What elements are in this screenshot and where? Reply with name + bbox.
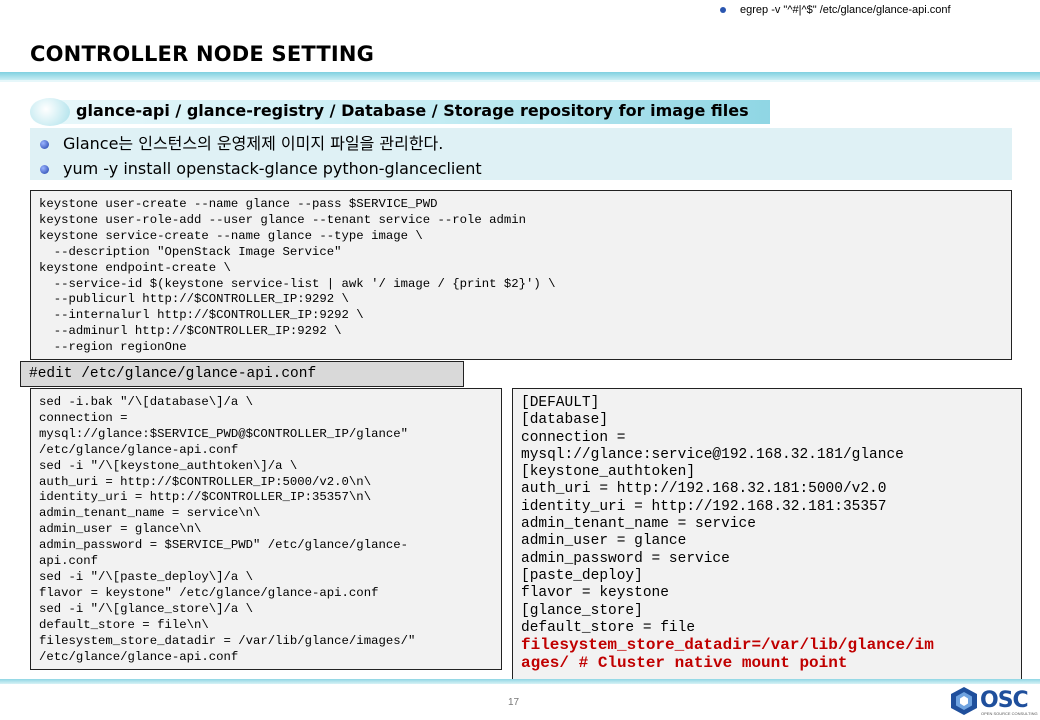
keystone-command-block: keystone user-create --name glance --pas… (30, 190, 1012, 360)
sed-command-block: sed -i.bak "/\[database\]/a \ connection… (30, 388, 502, 670)
section-header: glance-api / glance-registry / Database … (30, 98, 770, 126)
top-note-text: egrep -v "^#|^$" /etc/glance/glance-api.… (740, 4, 951, 16)
page-number: 17 (508, 697, 520, 708)
title-divider (0, 72, 1040, 80)
logo-subtext: OPEN SOURCE CONSULTING (981, 711, 1038, 716)
edit-file-label: #edit /etc/glance/glance-api.conf (20, 361, 464, 387)
section-cap-icon (30, 98, 70, 126)
logo-hex-icon (951, 687, 977, 715)
section-label: glance-api / glance-registry / Database … (76, 101, 749, 120)
bullet-icon (40, 140, 49, 149)
config-result-block: [DEFAULT] [database] connection = mysql:… (512, 388, 1022, 682)
bullet-icon (720, 7, 726, 14)
bullet-item: yum -y install openstack-glance python-g… (40, 159, 482, 178)
bullet-list: Glance는 인스턴스의 운영제제 이미지 파일을 관리한다. yum -y … (30, 128, 1012, 180)
bullet-text: yum -y install openstack-glance python-g… (63, 159, 482, 178)
title-divider-light (0, 80, 1040, 82)
osc-logo: OSC OPEN SOURCE CONSULTING (950, 686, 1038, 718)
footer-divider (0, 679, 1040, 684)
top-note: egrep -v "^#|^$" /etc/glance/glance-api.… (720, 4, 951, 16)
page-title: CONTROLLER NODE SETTING (30, 42, 375, 66)
config-text: [DEFAULT] [database] connection = mysql:… (521, 395, 904, 636)
bullet-item: Glance는 인스턴스의 운영제제 이미지 파일을 관리한다. (40, 130, 443, 154)
config-highlight: filesystem_store_datadir=/var/lib/glance… (521, 636, 934, 673)
logo-text: OSC (980, 688, 1029, 713)
bullet-icon (40, 165, 49, 174)
bullet-text: Glance는 인스턴스의 운영제제 이미지 파일을 관리한다. (63, 134, 444, 153)
